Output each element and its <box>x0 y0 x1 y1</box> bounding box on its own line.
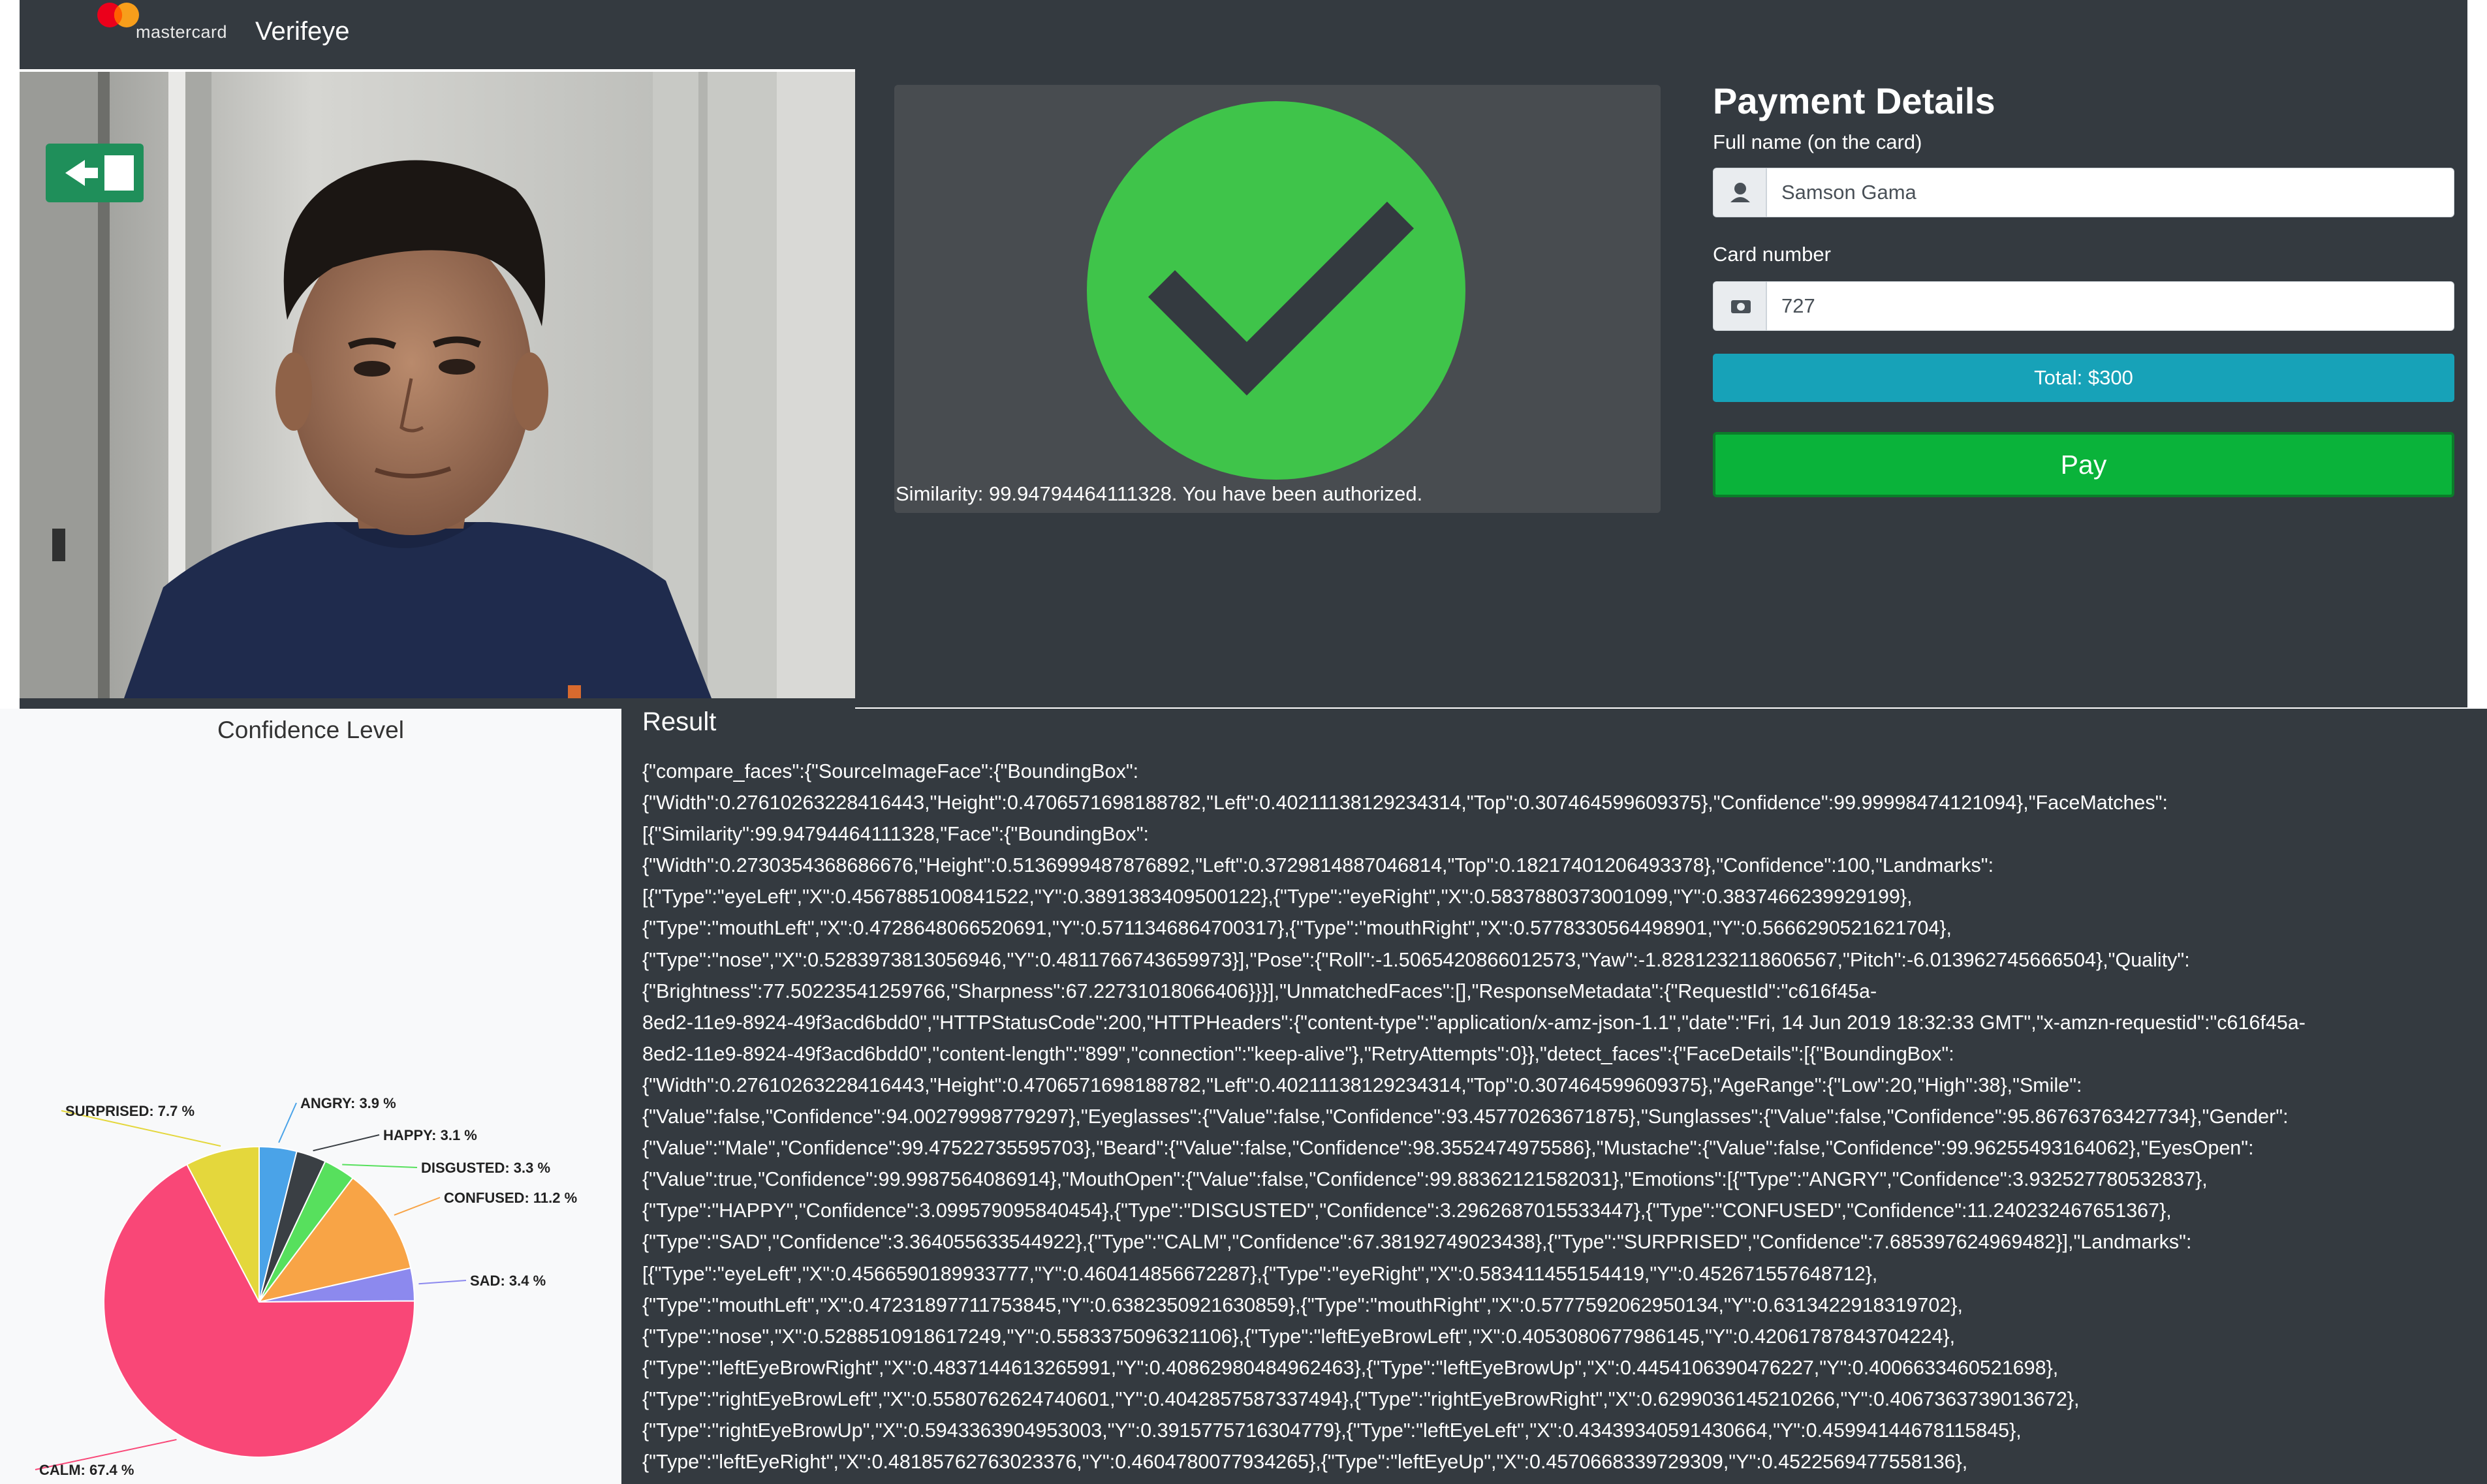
result-line: {"Type":"leftEyeBrowRight","X":0.4837144… <box>642 1356 2059 1379</box>
result-line: {"Width":0.2730354368686676,"Height":0.5… <box>642 854 1994 877</box>
credit-card-icon <box>1713 281 1766 331</box>
result-line: {"Width":0.27610263228416443,"Height":0.… <box>642 1074 2082 1096</box>
top-navbar <box>20 0 2467 69</box>
brand-title[interactable]: Verifeye <box>255 17 350 46</box>
card-number-input[interactable] <box>1766 281 2454 331</box>
result-line: {"Value":true,"Confidence":99.9987564086… <box>642 1168 2208 1191</box>
card-number-group <box>1713 281 2454 331</box>
pie-leader-line <box>278 1102 297 1143</box>
similarity-message: Similarity: 99.94794464111328. You have … <box>896 482 1423 505</box>
chart-title: Confidence Level <box>217 717 404 743</box>
result-line: {"Brightness":77.50223541259766,"Sharpne… <box>642 980 1877 1002</box>
pie-label-angry: ANGRY: 3.9 % <box>300 1095 396 1111</box>
result-line: [{"Type":"eyeLeft","X":0.456788510084152… <box>642 886 1913 908</box>
result-line: {"Type":"HAPPY","Confidence":3.099579095… <box>642 1199 2172 1222</box>
camera-image <box>20 72 855 698</box>
result-title: Result <box>642 707 717 736</box>
mastercard-wordmark: mastercard <box>136 22 228 42</box>
result-line: [{"Type":"eyeLeft","X":0.456659018993377… <box>642 1262 1878 1285</box>
camera-feed <box>20 72 855 698</box>
result-line: {"Value":"Male","Confidence":99.47522735… <box>642 1137 2254 1160</box>
result-line: [{"Similarity":99.94794464111328,"Face":… <box>642 823 1150 846</box>
pie-leader-line <box>394 1197 441 1216</box>
check-circle-icon <box>1087 101 1465 480</box>
result-line: 8ed2-11e9-8924-49f3acd6bdd0","HTTPStatus… <box>642 1011 2306 1034</box>
pie-label-calm: CALM: 67.4 % <box>39 1462 134 1478</box>
result-line: {"Value":false,"Confidence":94.002799987… <box>642 1105 2289 1128</box>
result-line: {"Type":"mouthLeft","X":0.47286480665206… <box>642 917 1952 940</box>
pie-leader-line <box>313 1134 380 1152</box>
pie-leader-line <box>342 1164 418 1168</box>
result-line: {"Type":"nose","X":0.5288510918617249,"Y… <box>642 1325 1956 1348</box>
result-line: {"Type":"rightEyeBrowUp","X":0.594336390… <box>642 1419 2022 1442</box>
confidence-pie-chart: ANGRY: 3.9 % HAPPY: 3.1 % DISGUSTED: 3.3 %… <box>35 1095 577 1478</box>
result-json: {"compare_faces":{"SourceImageFace":{"Bo… <box>642 756 2470 1484</box>
pie-label-confused: CONFUSED: 11.2 % <box>444 1190 577 1206</box>
card-number-label: Card number <box>1713 243 1831 266</box>
pie-label-surprised: SURPRISED: 7.7 % <box>65 1103 195 1119</box>
full-name-group <box>1713 168 2454 217</box>
full-name-label: Full name (on the card) <box>1713 131 1922 153</box>
camera-strip <box>20 698 855 709</box>
result-line: {"Type":"leftEyeRight","X":0.48185762763… <box>642 1451 1968 1474</box>
result-line: {"Type":"SAD","Confidence":3.36405563354… <box>642 1231 2192 1254</box>
pay-button[interactable]: Pay <box>1713 432 2454 497</box>
result-line: {"Width":0.27610263228416443,"Height":0.… <box>642 792 2168 814</box>
pie-label-sad: SAD: 3.4 % <box>470 1273 546 1289</box>
full-name-input[interactable] <box>1766 168 2454 217</box>
result-line: 8ed2-11e9-8924-49f3acd6bdd0","content-le… <box>642 1042 1954 1065</box>
payment-title: Payment Details <box>1713 80 1995 121</box>
user-icon <box>1713 168 1766 217</box>
result-line: {"Type":"mouthLeft","X":0.47231897711753… <box>642 1293 1963 1316</box>
pie-leader-line <box>418 1280 467 1285</box>
exit-sign-icon <box>46 144 144 202</box>
pie-label-disgusted: DISGUSTED: 3.3 % <box>421 1160 550 1176</box>
result-line: {"compare_faces":{"SourceImageFace":{"Bo… <box>642 760 1139 782</box>
pie-label-happy: HAPPY: 3.1 % <box>383 1127 477 1143</box>
total-button[interactable]: Total: $300 <box>1713 354 2454 402</box>
result-line: {"Type":"nose","X":0.5283973813056946,"Y… <box>642 948 2190 971</box>
result-line: {"Type":"rightEyeBrowLeft","X":0.5580762… <box>642 1387 2080 1410</box>
